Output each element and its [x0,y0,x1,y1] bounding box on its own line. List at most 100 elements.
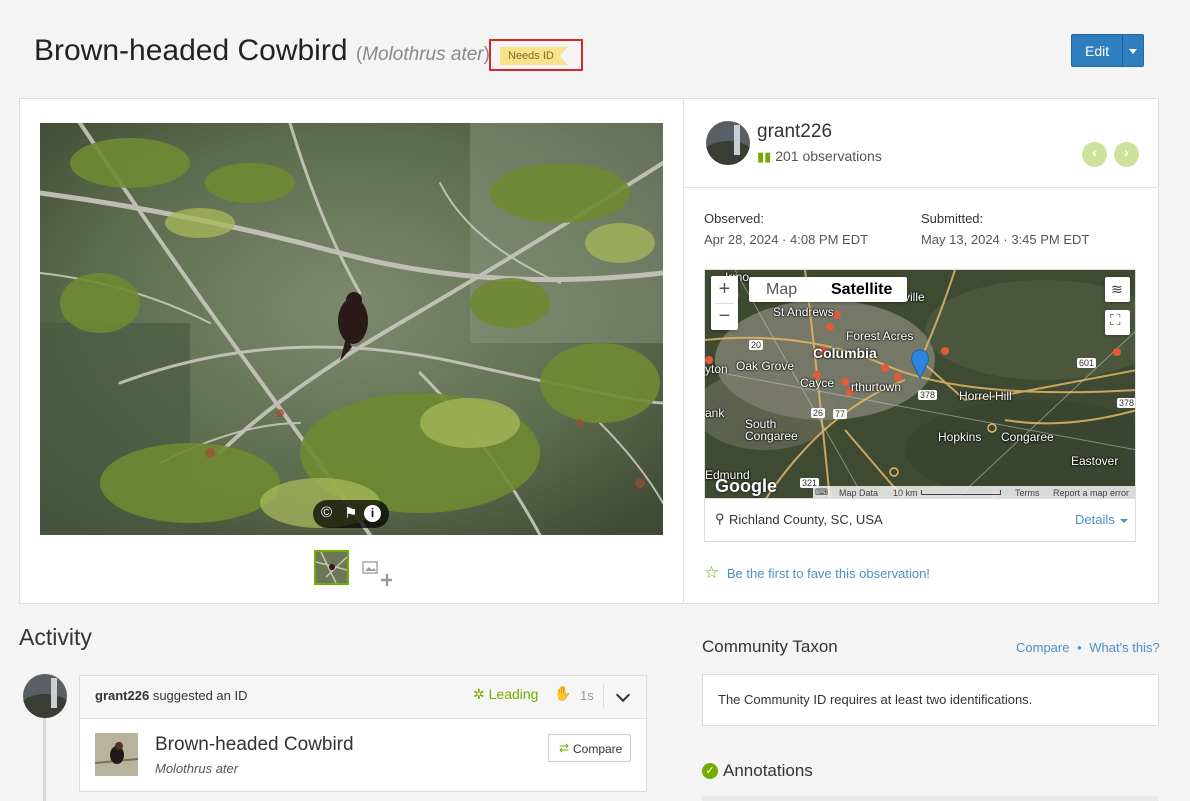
identification-card: grant226 suggested an ID ✲ Leading ✋ 1s … [79,675,647,792]
taxon-image [95,733,138,776]
taxon-common-name[interactable]: Brown-headed Cowbird [155,734,354,756]
flag-icon[interactable]: ⚑ [344,504,357,522]
route-shield: 601 [1077,358,1097,368]
map-label: yton [705,362,728,376]
observation-count-label: 201 observations [775,148,882,164]
report-map-error-link[interactable]: Report a map error [1053,488,1129,498]
map-label: Columbia [813,345,877,361]
timeline-line [43,713,46,801]
tab-map[interactable]: Map [766,281,797,299]
community-taxon-links: Compare • What's this? [1016,640,1160,655]
chevron-right-icon: › [1124,144,1129,161]
edit-button-label: Edit [1085,43,1110,59]
avatar-image [23,674,67,718]
fullscreen-button[interactable]: ⛶ [1105,310,1130,335]
observation-map[interactable]: St Andrews Forest Acres Columbia Oak Gro… [704,269,1136,499]
prev-observation-button[interactable]: ‹ [1082,142,1107,167]
location-details-link[interactable]: Details [1075,512,1129,527]
photo-controls: © ⚑ i [313,500,389,528]
zoom-in-button[interactable]: + [711,278,738,301]
photo-image [40,123,663,535]
map-footer: ⌨ Map Data 10 km Terms Report a map erro… [813,486,1135,498]
map-label: rthurtown [851,380,902,394]
map-label: Oak Grove [736,359,795,373]
community-id-message: The Community ID requires at least two i… [718,692,1033,707]
community-taxon-heading: Community Taxon [702,637,838,656]
header-separator [603,684,604,708]
chevron-down-icon[interactable] [615,687,631,703]
caret-down-icon [1120,518,1129,523]
submitted-label: Submitted: [921,211,984,226]
location-bar: ⚲ Richland County, SC, USA Details [704,499,1136,542]
observer-username[interactable]: grant226 [757,121,832,143]
identification-summary: grant226 suggested an ID [95,688,248,703]
map-label: Eastover [1071,454,1119,468]
map-data-link[interactable]: Map Data [839,488,878,498]
scientific-name: Molothrus ater [362,44,484,65]
details-label: Details [1075,512,1115,527]
route-shield: 378 [918,390,938,400]
terms-link[interactable]: Terms [1015,488,1040,498]
info-icon[interactable]: i [364,505,381,522]
edit-button[interactable]: Edit [1071,34,1144,67]
route-shield: 26 [811,408,826,418]
zoom-separator [715,303,734,304]
taxon-photo[interactable] [95,733,138,776]
caret-down-icon[interactable] [1129,49,1137,54]
observation-photo[interactable] [40,123,663,535]
identifier-avatar[interactable] [23,674,67,718]
map-scale: 10 km [893,488,918,498]
panel-divider [683,98,684,604]
link-separator: • [1077,640,1082,655]
binoculars-icon: ▮▮ [757,149,772,164]
map-type-tabs: Map Satellite [749,277,907,302]
fave-link[interactable]: ☆ Be the first to fave this observation! [704,563,930,583]
page-title: Brown-headed Cowbird (Molothrus ater) [34,34,490,68]
compare-button[interactable]: ⇄ Compare [548,734,631,762]
fave-text: Be the first to fave this observation! [726,566,930,581]
scale-bar [921,490,1001,495]
observation-count[interactable]: ▮▮ 201 observations [757,148,882,165]
agree-icon[interactable]: ✋ [554,685,571,702]
identification-time: 1s [580,688,594,703]
fullscreen-icon: ⛶ [1110,312,1121,329]
compare-link[interactable]: Compare [1016,640,1069,655]
location-name: Richland County, SC, USA [729,512,883,527]
observed-label: Observed: [704,211,764,226]
next-observation-button[interactable]: › [1114,142,1139,167]
swap-icon: ⇄ [559,741,570,755]
zoom-out-button[interactable]: − [711,305,738,328]
leading-icon: ✲ [473,686,485,702]
photo-thumbnail[interactable] [314,550,349,585]
whats-this-link[interactable]: What's this? [1089,640,1159,655]
needs-id-badge: Needs ID [500,47,568,65]
map-label: Horrel Hill [959,389,1012,403]
thumbnail-image [316,552,347,583]
copyright-icon[interactable]: © [321,504,332,521]
add-photo-button[interactable] [362,560,393,588]
map-label: St Andrews [773,305,834,319]
compare-label: Compare [573,742,623,756]
activity-heading: Activity [19,624,92,650]
observed-value: Apr 28, 2024 · 4:08 PM EDT [704,232,869,247]
identifier-username[interactable]: grant226 [95,688,149,703]
common-name: Brown-headed Cowbird [34,34,348,67]
route-shield: 77 [833,409,848,419]
map-label: Congaree [1001,430,1054,444]
google-logo: Google [715,476,777,496]
map-label: South Congaree [745,417,798,443]
observer-avatar[interactable] [706,121,750,165]
map-label: ville [904,290,925,304]
leading-label: Leading [488,686,539,702]
layers-icon: ≋ [1111,281,1123,297]
tab-satellite[interactable]: Satellite [831,281,892,299]
check-circle-icon: ✓ [702,763,718,779]
keyboard-icon[interactable]: ⌨ [815,487,828,498]
map-label: ank [705,406,725,420]
zoom-controls: + − [711,276,738,330]
observer-separator [684,187,1159,188]
leading-badge: ✲ Leading [473,686,538,703]
layers-button[interactable]: ≋ [1105,277,1130,302]
annotations-table-top [702,796,1159,801]
taxon-scientific-name: Molothrus ater [155,761,239,776]
